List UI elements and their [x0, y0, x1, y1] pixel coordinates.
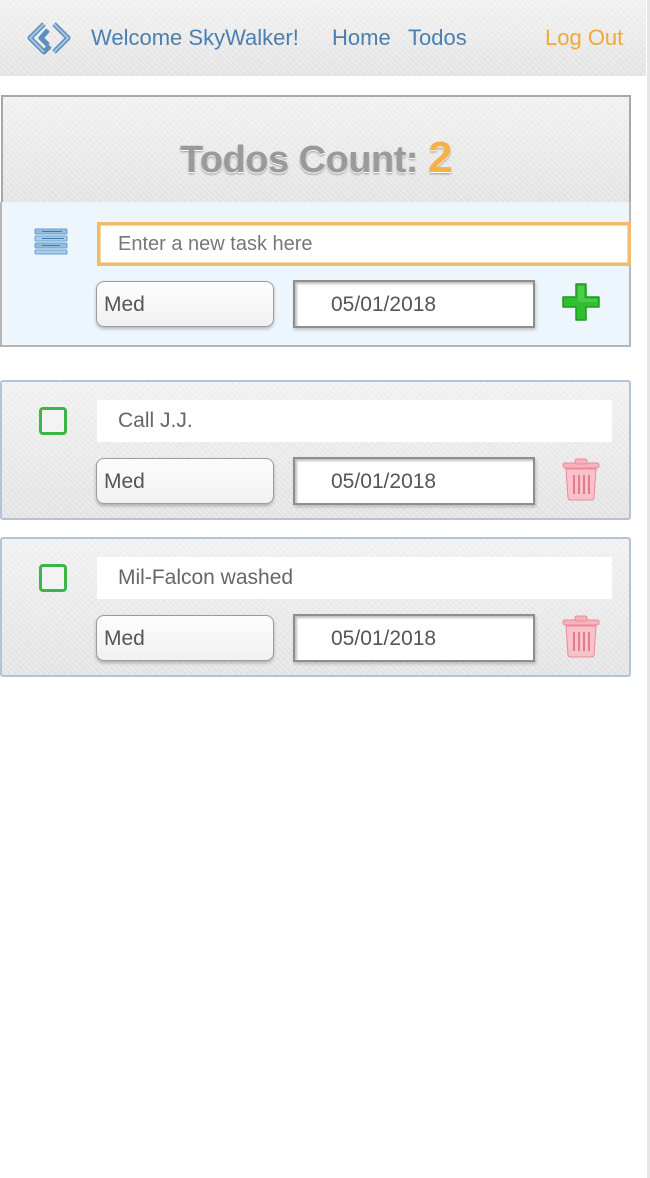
- nav-home-link[interactable]: Home: [332, 25, 391, 51]
- nav-todos-link[interactable]: Todos: [408, 25, 467, 51]
- todos-count-value: 2: [428, 133, 453, 182]
- todo-text[interactable]: Mil-Falcon washed: [97, 557, 612, 599]
- new-task-priority-select[interactable]: Med: [96, 281, 274, 327]
- diamond-link-logo-icon[interactable]: [24, 18, 74, 58]
- todos-count-heading: Todos Count: 2: [3, 133, 629, 183]
- top-navbar: Welcome SkyWalker! Home Todos Log Out: [0, 0, 646, 76]
- todo-complete-checkbox[interactable]: [39, 407, 67, 435]
- new-task-date-input[interactable]: 05/01/2018: [293, 280, 535, 328]
- todos-count-panel: Todos Count: 2: [1, 95, 631, 205]
- list-lines-icon: [34, 228, 68, 255]
- logout-link[interactable]: Log Out: [545, 25, 623, 51]
- new-task-input[interactable]: [97, 222, 631, 266]
- todo-text[interactable]: Call J.J.: [97, 400, 612, 442]
- todo-priority-select[interactable]: Med: [96, 615, 274, 661]
- todo-priority-select[interactable]: Med: [96, 458, 274, 504]
- todo-complete-checkbox[interactable]: [39, 564, 67, 592]
- plus-icon[interactable]: [561, 282, 601, 322]
- trash-icon[interactable]: [560, 457, 602, 501]
- todo-date-input[interactable]: 05/01/2018: [293, 614, 535, 662]
- trash-icon[interactable]: [560, 614, 602, 658]
- todo-date-input[interactable]: 05/01/2018: [293, 457, 535, 505]
- welcome-link[interactable]: Welcome SkyWalker!: [91, 25, 299, 51]
- todos-count-label: Todos Count:: [179, 139, 419, 181]
